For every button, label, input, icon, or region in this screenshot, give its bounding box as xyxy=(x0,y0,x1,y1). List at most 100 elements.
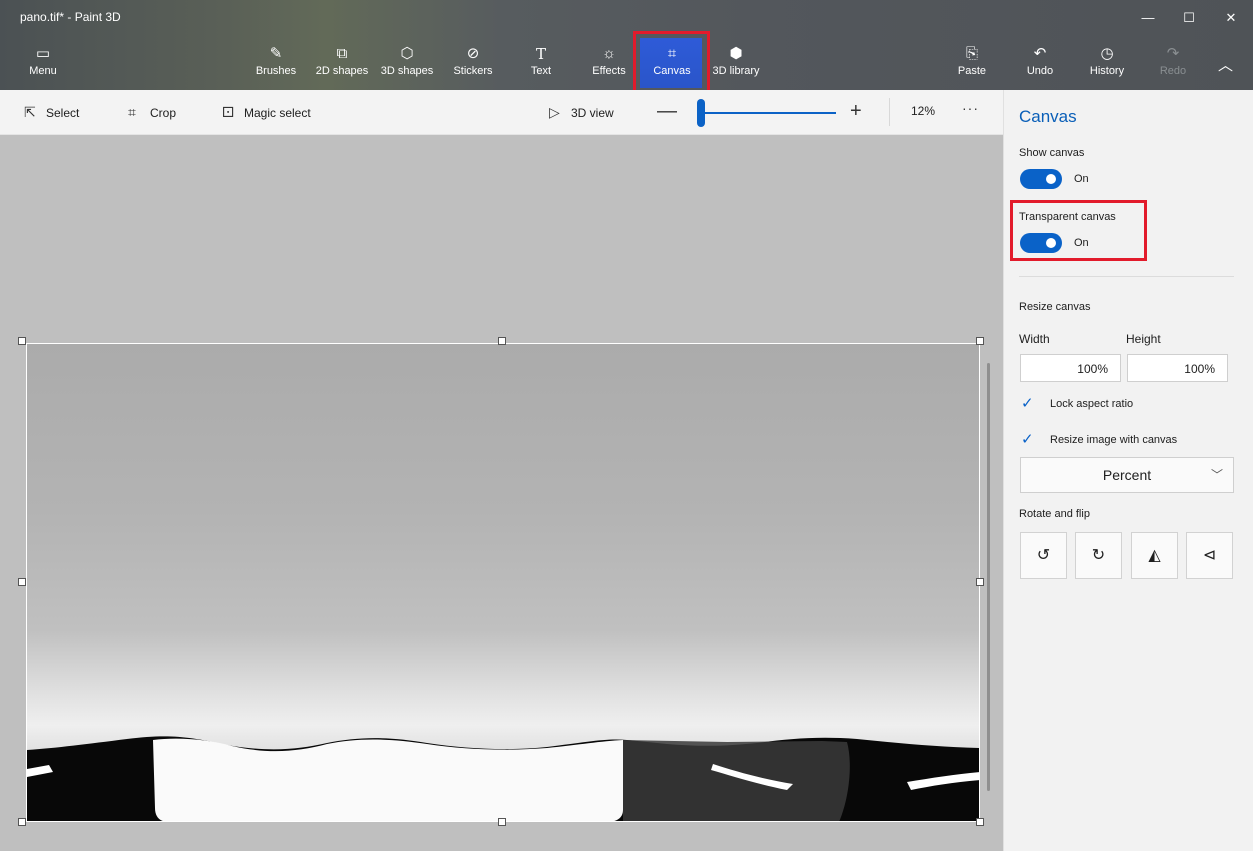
title-bar: pano.tif* - Paint 3D — ☐ ✕ ▭ Menu ✎ Brus… xyxy=(0,0,1253,96)
tab-brushes-label: Brushes xyxy=(255,65,297,77)
resize-handle-bottom-right[interactable] xyxy=(976,818,984,826)
width-input[interactable]: 100% xyxy=(1020,354,1121,382)
rotate-left-icon: ↺ xyxy=(1036,547,1051,564)
flip-vertical-button[interactable]: ⊲ xyxy=(1186,532,1233,579)
flip-vertical-icon: ⊲ xyxy=(1202,547,1217,564)
flip-horizontal-icon: ◭ xyxy=(1148,547,1161,564)
tab-3d-shapes[interactable]: ⬡ 3D shapes xyxy=(378,44,436,86)
zoom-slider-thumb[interactable] xyxy=(697,99,705,127)
zoom-level: 12% xyxy=(911,104,936,118)
tab-effects-label: Effects xyxy=(592,65,626,77)
maximize-button[interactable]: ☐ xyxy=(1174,8,1204,28)
resize-handle-top-left[interactable] xyxy=(18,337,26,345)
vertical-scrollbar[interactable] xyxy=(987,363,990,791)
tab-text[interactable]: T Text xyxy=(528,44,554,86)
history-button[interactable]: ◷ History xyxy=(1086,44,1128,86)
panel-divider xyxy=(1019,276,1234,277)
tab-3d-library-label: 3D library xyxy=(712,65,760,77)
lock-aspect-checkbox[interactable]: ✓ xyxy=(1021,394,1034,412)
view-3d-label: 3D view xyxy=(571,106,614,120)
flip-horizontal-button[interactable]: ◭ xyxy=(1131,532,1178,579)
zoom-slider-track[interactable] xyxy=(700,112,836,114)
toolbar-divider xyxy=(889,98,890,126)
folder-icon: ▭ xyxy=(35,45,51,62)
undo-button[interactable]: ↶ Undo xyxy=(1024,44,1056,86)
more-options-button[interactable]: ··· xyxy=(962,100,979,116)
close-button[interactable]: ✕ xyxy=(1216,8,1246,28)
resize-image-checkbox[interactable]: ✓ xyxy=(1021,430,1034,448)
resize-handle-bottom[interactable] xyxy=(498,818,506,826)
tab-2d-shapes-label: 2D shapes xyxy=(315,65,369,77)
zoom-out-button[interactable]: — xyxy=(657,100,677,123)
rotate-flip-heading: Rotate and flip xyxy=(1019,508,1090,520)
unit-dropdown-value: Percent xyxy=(1102,467,1152,483)
window-title: pano.tif* - Paint 3D xyxy=(20,10,121,24)
chevron-down-icon: ﹀ xyxy=(1210,468,1223,482)
magic-select-button[interactable]: ⚀ Magic select xyxy=(222,104,311,121)
magic-select-icon: ⚀ xyxy=(222,104,235,120)
shapes-2d-icon: ⧉ xyxy=(336,45,348,62)
rotate-left-button[interactable]: ↺ xyxy=(1020,532,1067,579)
paste-label: Paste xyxy=(957,65,987,77)
select-label: Select xyxy=(46,106,80,120)
tab-2d-shapes[interactable]: ⧉ 2D shapes xyxy=(312,44,372,86)
show-canvas-label: Show canvas xyxy=(1019,147,1085,159)
history-icon: ◷ xyxy=(1100,45,1114,62)
resize-canvas-heading: Resize canvas xyxy=(1019,301,1091,313)
select-tool-button[interactable]: ⇱ Select xyxy=(24,104,79,121)
brush-icon: ✎ xyxy=(269,45,283,62)
undo-icon: ↶ xyxy=(1033,45,1047,62)
resize-handle-top-right[interactable] xyxy=(976,337,984,345)
rotate-right-button[interactable]: ↻ xyxy=(1075,532,1122,579)
show-canvas-state: On xyxy=(1074,173,1089,185)
lock-aspect-label: Lock aspect ratio xyxy=(1050,398,1134,410)
width-label: Width xyxy=(1019,332,1050,346)
transparent-canvas-annotation-box xyxy=(1010,200,1147,261)
paste-icon: ⎘ xyxy=(965,45,978,62)
text-icon: T xyxy=(535,45,546,63)
canvas-image[interactable] xyxy=(26,343,980,822)
panel-title: Canvas xyxy=(1019,107,1077,126)
height-input[interactable]: 100% xyxy=(1127,354,1228,382)
tab-stickers-label: Stickers xyxy=(453,65,493,77)
resize-handle-bottom-left[interactable] xyxy=(18,818,26,826)
panorama-image xyxy=(27,736,979,821)
resize-handle-right[interactable] xyxy=(976,578,984,586)
crop-label: Crop xyxy=(150,106,177,120)
sun-icon: ☼ xyxy=(602,45,616,62)
menu-button[interactable]: ▭ Menu xyxy=(26,44,60,86)
unit-dropdown[interactable]: Percent ﹀ xyxy=(1020,457,1234,493)
rotate-right-icon: ↻ xyxy=(1091,547,1106,564)
secondary-toolbar: ⇱ Select ⌗ Crop ⚀ Magic select ▷ 3D view — +… xyxy=(0,90,1003,135)
cursor-icon: ⇱ xyxy=(24,104,36,120)
redo-label: Redo xyxy=(1159,65,1187,77)
redo-icon: ↷ xyxy=(1166,45,1180,62)
undo-label: Undo xyxy=(1026,65,1054,77)
view-3d-button[interactable]: ▷ 3D view xyxy=(549,104,614,121)
crop-icon: ⌗ xyxy=(128,104,136,120)
cube-icon: ⬡ xyxy=(400,45,414,62)
view-3d-icon: ▷ xyxy=(549,104,560,120)
redo-button[interactable]: ↷ Redo xyxy=(1159,44,1187,86)
tab-brushes[interactable]: ✎ Brushes xyxy=(254,44,298,86)
chevron-up-icon[interactable]: ︿ xyxy=(1218,54,1233,75)
height-label: Height xyxy=(1126,332,1161,346)
resize-handle-left[interactable] xyxy=(18,578,26,586)
history-label: History xyxy=(1089,65,1125,77)
tab-stickers[interactable]: ⊘ Stickers xyxy=(451,44,495,86)
magic-select-label: Magic select xyxy=(244,106,311,120)
crop-tool-button[interactable]: ⌗ Crop xyxy=(128,104,176,121)
sticker-icon: ⊘ xyxy=(466,45,480,62)
menu-label: Menu xyxy=(29,65,57,77)
tab-3d-library[interactable]: ⬢ 3D library xyxy=(706,44,766,86)
zoom-in-button[interactable]: + xyxy=(850,100,862,123)
resize-handle-top[interactable] xyxy=(498,337,506,345)
paste-button[interactable]: ⎘ Paste xyxy=(955,44,989,86)
tab-3d-shapes-label: 3D shapes xyxy=(380,65,434,77)
tab-text-label: Text xyxy=(530,65,552,77)
show-canvas-toggle[interactable] xyxy=(1020,169,1062,189)
minimize-button[interactable]: — xyxy=(1133,8,1163,28)
tab-effects[interactable]: ☼ Effects xyxy=(589,44,629,86)
canvas-tab-annotation-box xyxy=(633,31,710,96)
resize-image-label: Resize image with canvas xyxy=(1050,434,1178,446)
